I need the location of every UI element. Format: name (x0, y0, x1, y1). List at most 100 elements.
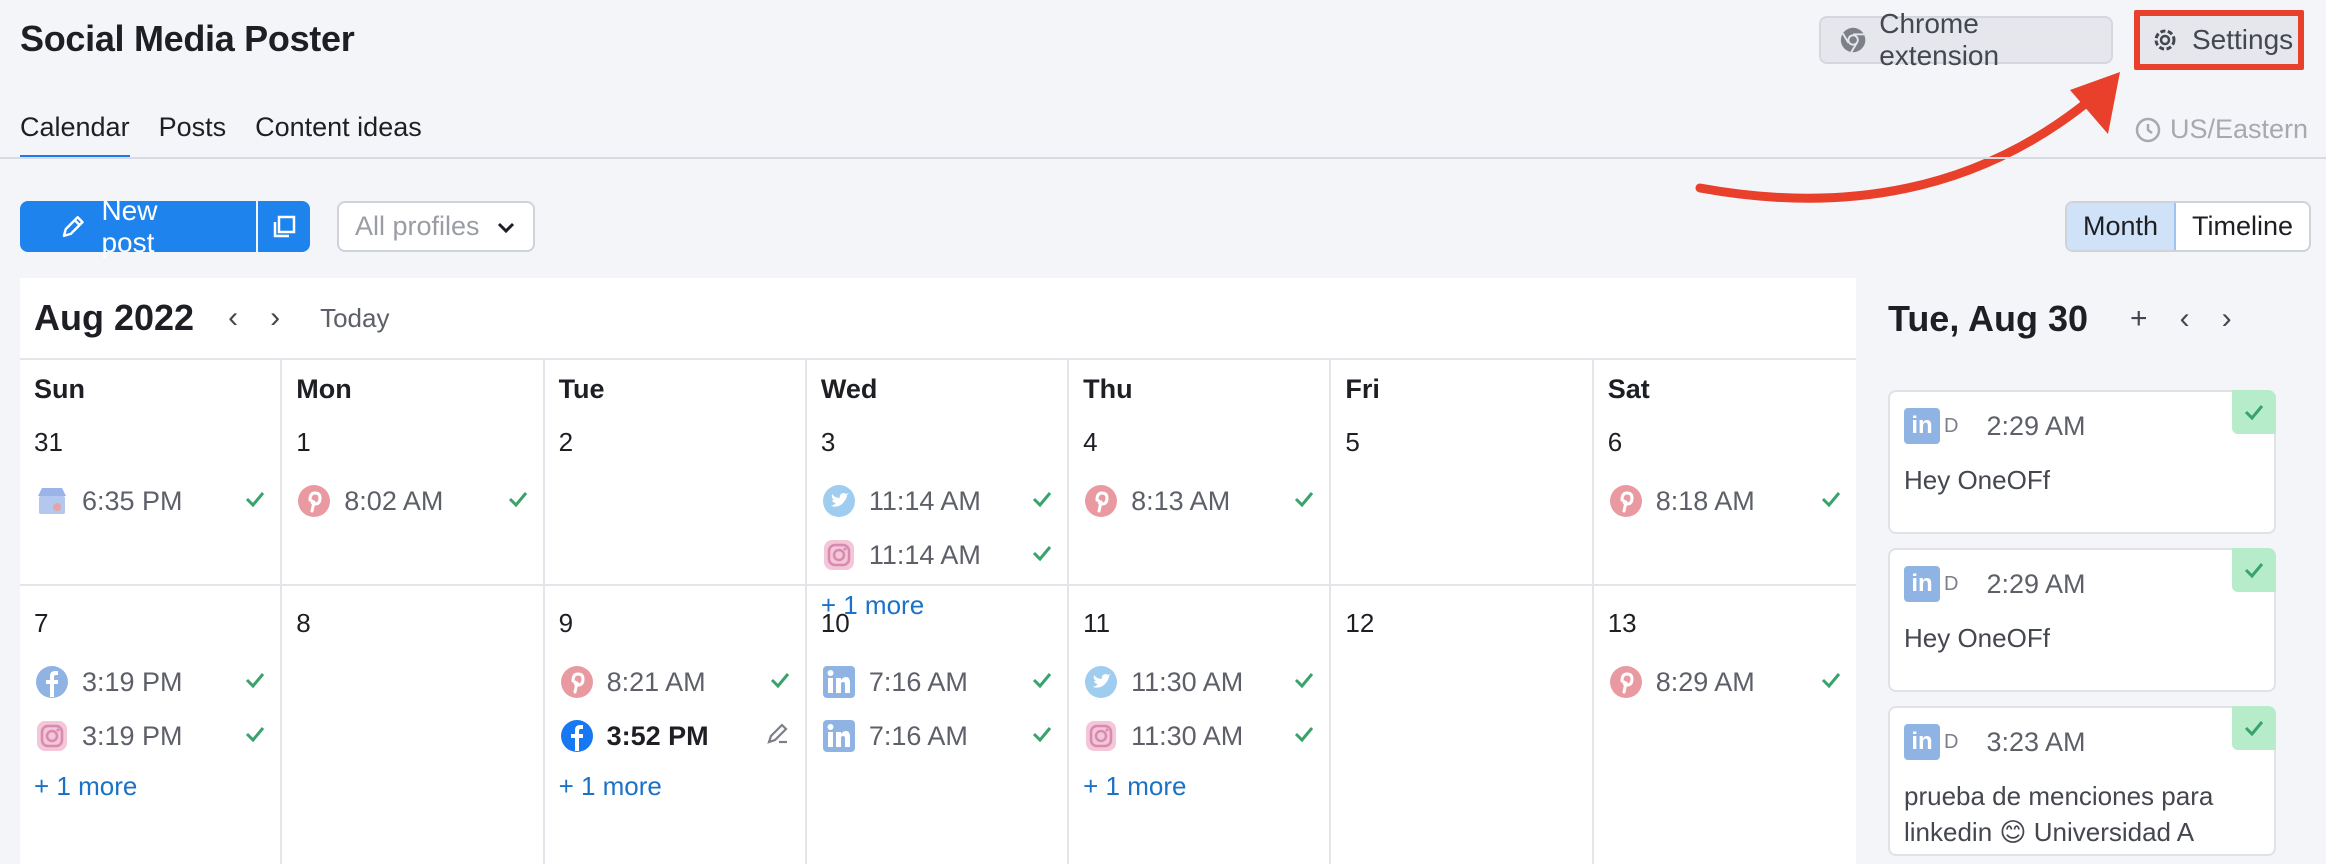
chrome-extension-button[interactable]: Chrome extension (1819, 8, 2113, 71)
next-day-icon[interactable]: › (2222, 302, 2232, 336)
scheduled-post[interactable]: 3:52 PM (559, 709, 791, 763)
scheduled-post[interactable]: 7:16 AM (821, 655, 1053, 709)
published-check-icon (2244, 405, 2264, 421)
calendar-day-cell[interactable]: Sat 6 8:18 AM (1594, 360, 1856, 584)
published-check-icon (246, 491, 265, 507)
calendar-day-cell[interactable]: 8 (282, 586, 545, 864)
day-panel: Tue, Aug 30 + ‹ › in D 2:29 AM Hey OneOF… (1858, 278, 2306, 864)
more-posts-link[interactable]: + 1 more (1083, 771, 1315, 802)
duplicate-post-button[interactable] (258, 201, 310, 252)
view-timeline-button[interactable]: Timeline (2176, 203, 2309, 250)
day-number: 2 (558, 427, 574, 457)
profiles-dropdown[interactable]: All profiles (337, 201, 535, 252)
prev-month-icon[interactable]: ‹ (228, 301, 238, 335)
new-post-button[interactable]: New post (20, 195, 256, 258)
day-number: 13 (1607, 608, 1637, 638)
facebook-icon (36, 666, 68, 698)
day-number: 7 (34, 608, 49, 638)
calendar-day-cell[interactable]: 7 3:19 PM 3:19 PM + 1 more (20, 586, 283, 864)
timezone-indicator[interactable]: US/Eastern (2134, 114, 2308, 145)
published-check-icon (1033, 545, 1052, 561)
scheduled-post[interactable]: 8:13 AM (1083, 474, 1315, 528)
more-posts-link[interactable]: + 1 more (34, 771, 266, 802)
calendar-day-cell[interactable]: 11 11:30 AM 11:30 AM + 1 more (1069, 586, 1332, 864)
tab-posts[interactable]: Posts (159, 112, 227, 159)
calendar-day-cell[interactable]: 12 (1331, 586, 1594, 864)
post-time: 3:19 PM (82, 720, 183, 751)
calendar-day-cell[interactable]: Wed 3 11:14 AM 11:14 AM + 1 more (807, 360, 1070, 620)
instagram-icon (1086, 721, 1117, 751)
pencil-icon (62, 215, 84, 237)
day-number: 8 (296, 608, 311, 638)
day-number: 1 (296, 427, 311, 457)
published-check-icon (1033, 726, 1052, 742)
weekday-label: Wed (820, 374, 878, 404)
calendar-day-cell[interactable]: Tue 2 (545, 360, 807, 584)
day-post-card[interactable]: in D 2:29 AM Hey OneOFf (1888, 548, 2276, 692)
settings-button[interactable]: Settings (2134, 10, 2304, 70)
day-post-card[interactable]: in D 2:29 AM Hey OneOFf (1888, 390, 2276, 534)
card-post-time: 2:29 AM (1986, 410, 2086, 441)
add-icon[interactable]: + (2130, 302, 2148, 336)
calendar-day-cell[interactable]: 13 8:29 AM (1594, 586, 1856, 864)
gear-icon (2154, 29, 2176, 51)
facebook-icon (560, 720, 593, 752)
post-time: 7:16 AM (868, 720, 968, 751)
tab-calendar[interactable]: Calendar (20, 112, 130, 159)
card-post-time: 3:23 AM (1986, 726, 2086, 757)
next-month-icon[interactable]: › (270, 301, 280, 335)
calendar-day-cell[interactable]: Mon 1 8:02 AM (282, 360, 545, 584)
view-switch: Month Timeline (2065, 201, 2312, 252)
post-time: 11:14 AM (868, 539, 981, 570)
scheduled-post[interactable]: 7:16 AM (821, 709, 1053, 763)
twitter-icon (822, 485, 855, 517)
today-button[interactable]: Today (320, 303, 389, 334)
tab-divider (0, 157, 2326, 159)
pinterest-icon (1609, 666, 1642, 698)
published-badge (2232, 548, 2276, 592)
post-time: 11:30 AM (1131, 720, 1244, 751)
published-check-icon (1295, 672, 1314, 688)
calendar-day-cell[interactable]: 10 7:16 AM 7:16 AM (807, 586, 1070, 864)
scheduled-post[interactable]: 11:14 AM (821, 528, 1053, 582)
scheduled-post[interactable]: 6:35 PM (34, 474, 266, 528)
day-number: 12 (1345, 608, 1375, 638)
day-number: 5 (1345, 427, 1360, 457)
edit-draft-icon[interactable] (765, 720, 791, 746)
published-check-icon (1033, 491, 1052, 507)
scheduled-post[interactable]: 3:19 PM (34, 655, 266, 709)
calendar-day-cell[interactable]: Thu 4 8:13 AM (1069, 360, 1332, 584)
scheduled-post[interactable]: 11:30 AM (1083, 709, 1315, 763)
scheduled-post[interactable]: 8:18 AM (1608, 474, 1842, 528)
post-time: 8:29 AM (1655, 666, 1755, 697)
day-post-card[interactable]: in D 3:23 AM prueba de menciones para li… (1888, 706, 2276, 856)
prev-day-icon[interactable]: ‹ (2180, 302, 2190, 336)
scheduled-post[interactable]: 8:02 AM (296, 474, 528, 528)
weekday-label: Mon (296, 374, 352, 404)
post-time: 8:21 AM (606, 666, 706, 697)
linkedin-icon: in (1904, 724, 1940, 760)
scheduled-post[interactable]: 11:14 AM (821, 474, 1053, 528)
twitter-icon (1085, 666, 1118, 698)
post-time: 6:35 PM (82, 485, 183, 516)
day-number: 10 (820, 608, 850, 638)
calendar-day-cell[interactable]: 9 8:21 AM 3:52 PM + 1 more (545, 586, 807, 864)
day-number: 11 (1083, 608, 1111, 638)
clock-icon (2135, 117, 2161, 142)
scheduled-post[interactable]: 8:21 AM (559, 655, 791, 709)
instagram-icon (823, 540, 854, 570)
calendar-day-cell[interactable]: Fri 5 (1331, 360, 1594, 584)
day-number: 6 (1607, 427, 1623, 457)
post-time: 3:52 PM (606, 720, 709, 751)
weekday-label: Tue (558, 374, 605, 404)
tab-content-ideas[interactable]: Content ideas (255, 112, 422, 159)
new-post-label: New post (101, 194, 158, 258)
view-month-button[interactable]: Month (2067, 203, 2177, 250)
scheduled-post[interactable]: 8:29 AM (1608, 655, 1842, 709)
scheduled-post[interactable]: 11:30 AM (1083, 655, 1315, 709)
post-time: 7:16 AM (868, 666, 968, 697)
calendar-day-cell[interactable]: Sun 31 6:35 PM (20, 360, 283, 584)
scheduled-post[interactable]: 3:19 PM (34, 709, 266, 763)
published-check-icon (1821, 491, 1841, 507)
more-posts-link[interactable]: + 1 more (559, 771, 791, 802)
